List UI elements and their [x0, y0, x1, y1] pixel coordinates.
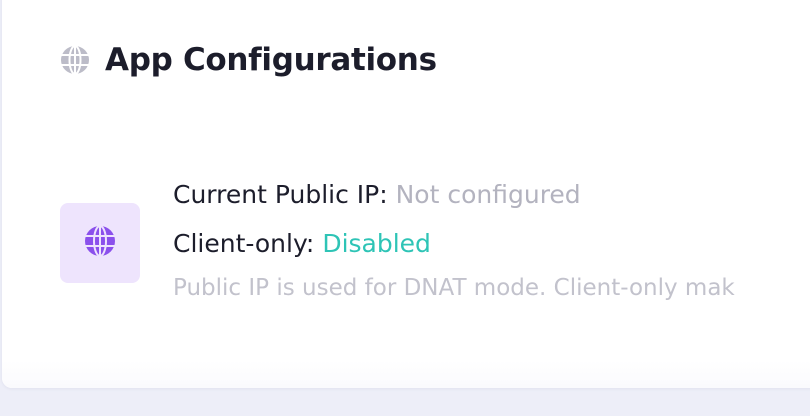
page-title: App Configurations: [105, 42, 437, 78]
globe-icon: [59, 44, 91, 76]
public-ip-value: Not configured: [395, 180, 581, 209]
public-ip-row: Current Public IP: Not configured: [173, 175, 810, 224]
public-ip-label: Current Public IP:: [173, 180, 388, 209]
client-only-label: Client-only:: [173, 229, 315, 258]
config-description: Public IP is used for DNAT mode. Client-…: [173, 275, 735, 301]
card-bottom-edge: [2, 360, 810, 388]
client-only-status: Disabled: [322, 229, 431, 258]
public-ip-icon-tile: [60, 203, 140, 283]
app-config-info: Current Public IP: Not configured Client…: [173, 175, 810, 305]
globe-icon: [83, 224, 117, 262]
client-only-row: Client-only: Disabled: [173, 224, 810, 273]
section-header: App Configurations: [59, 40, 437, 80]
